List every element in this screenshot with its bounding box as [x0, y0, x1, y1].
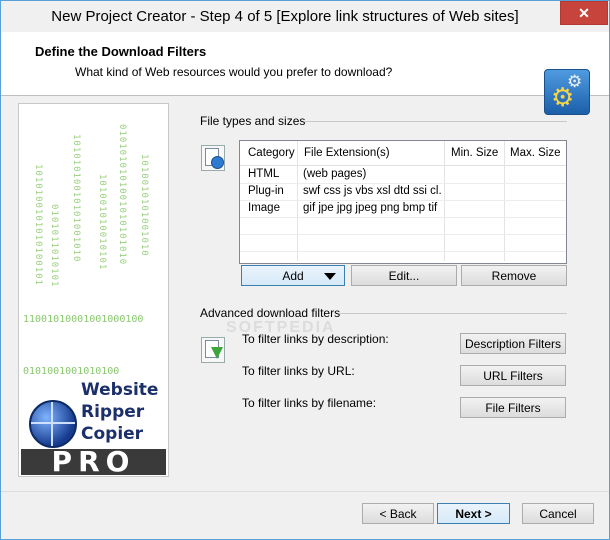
globe-icon — [29, 400, 77, 448]
group-divider — [339, 313, 567, 314]
edit-button[interactable]: Edit... — [351, 265, 457, 286]
brand-line-website: Website — [81, 380, 159, 400]
footer-divider — [1, 491, 609, 492]
extensions-cell: gif jpe jpg jpeg png bmp tif ... — [303, 202, 441, 214]
page-subtitle: What kind of Web resources would you pre… — [75, 65, 393, 79]
binary-decoration: 0101011010101 — [49, 204, 59, 288]
cancel-button[interactable]: Cancel — [522, 503, 594, 524]
extensions-cell: (web pages) — [303, 168, 367, 180]
category-cell: Image — [248, 202, 280, 214]
description-filters-button[interactable]: Description Filters — [460, 333, 566, 354]
filter-icon — [201, 337, 225, 363]
table-row — [240, 234, 566, 252]
file-types-group-label: File types and sizes — [200, 114, 306, 128]
table-row[interactable]: Image gif jpe jpg jpeg png bmp tif ... — [240, 200, 566, 218]
binary-decoration: 0101010101001010101010 — [117, 124, 127, 266]
filter-by-description-label: To filter links by description: — [242, 332, 389, 346]
filter-by-filename-label: To filter links by filename: — [242, 396, 377, 410]
group-divider — [305, 121, 567, 122]
add-button-label: Add — [282, 269, 304, 283]
add-button[interactable]: Add — [241, 265, 345, 286]
window-title: New Project Creator - Step 4 of 5 [Explo… — [51, 8, 519, 25]
binary-decoration: 10101010010101001010 — [71, 134, 81, 263]
close-button[interactable]: ✕ — [560, 1, 608, 25]
extensions-cell: swf css js vbs xsl dtd ssi cl... — [303, 185, 441, 197]
table-header: Category File Extension(s) Min. Size Max… — [240, 141, 566, 166]
web-page-icon — [201, 145, 225, 171]
filter-by-url-label: To filter links by URL: — [242, 364, 355, 378]
table-row[interactable]: HTML (web pages) — [240, 166, 566, 184]
wizard-header: Define the Download Filters What kind of… — [1, 32, 609, 115]
binary-row: 0101001001010100 — [23, 366, 120, 377]
back-button[interactable]: < Back — [362, 503, 434, 524]
url-filters-button[interactable]: URL Filters — [460, 365, 566, 386]
table-row[interactable]: Plug-in swf css js vbs xsl dtd ssi cl... — [240, 183, 566, 201]
binary-decoration: 1010100101010100101 — [33, 164, 43, 286]
binary-decoration: 101001010010101 — [97, 174, 107, 271]
file-types-table[interactable]: Category File Extension(s) Min. Size Max… — [239, 140, 567, 264]
file-filters-button[interactable]: File Filters — [460, 397, 566, 418]
page-title: Define the Download Filters — [35, 44, 207, 59]
wizard-window: New Project Creator - Step 4 of 5 [Explo… — [0, 0, 610, 540]
binary-decoration: 1010010101001010 — [139, 154, 149, 257]
column-header-min-size[interactable]: Min. Size — [451, 147, 498, 159]
brand-line-ripper: Ripper — [81, 402, 145, 422]
advanced-filters-group-label: Advanced download filters — [200, 306, 341, 320]
chevron-down-icon[interactable] — [324, 273, 336, 280]
category-cell: Plug-in — [248, 185, 284, 197]
column-header-category[interactable]: Category — [248, 147, 295, 159]
column-header-extensions[interactable]: File Extension(s) — [304, 147, 390, 159]
edition-label: PRO — [21, 448, 166, 476]
brand-line-copier: Copier — [81, 424, 144, 444]
category-cell: HTML — [248, 168, 280, 180]
gears-icon: ⚙ ⚙ — [544, 69, 590, 115]
remove-button[interactable]: Remove — [461, 265, 567, 286]
product-banner: 1010100101010100101 0101011010101 101010… — [18, 103, 169, 477]
next-button[interactable]: Next > — [437, 503, 510, 524]
title-bar[interactable]: New Project Creator - Step 4 of 5 [Explo… — [1, 1, 609, 32]
table-row — [240, 217, 566, 235]
binary-row: 11001010001001000100 — [23, 314, 144, 325]
column-header-max-size[interactable]: Max. Size — [510, 147, 561, 159]
